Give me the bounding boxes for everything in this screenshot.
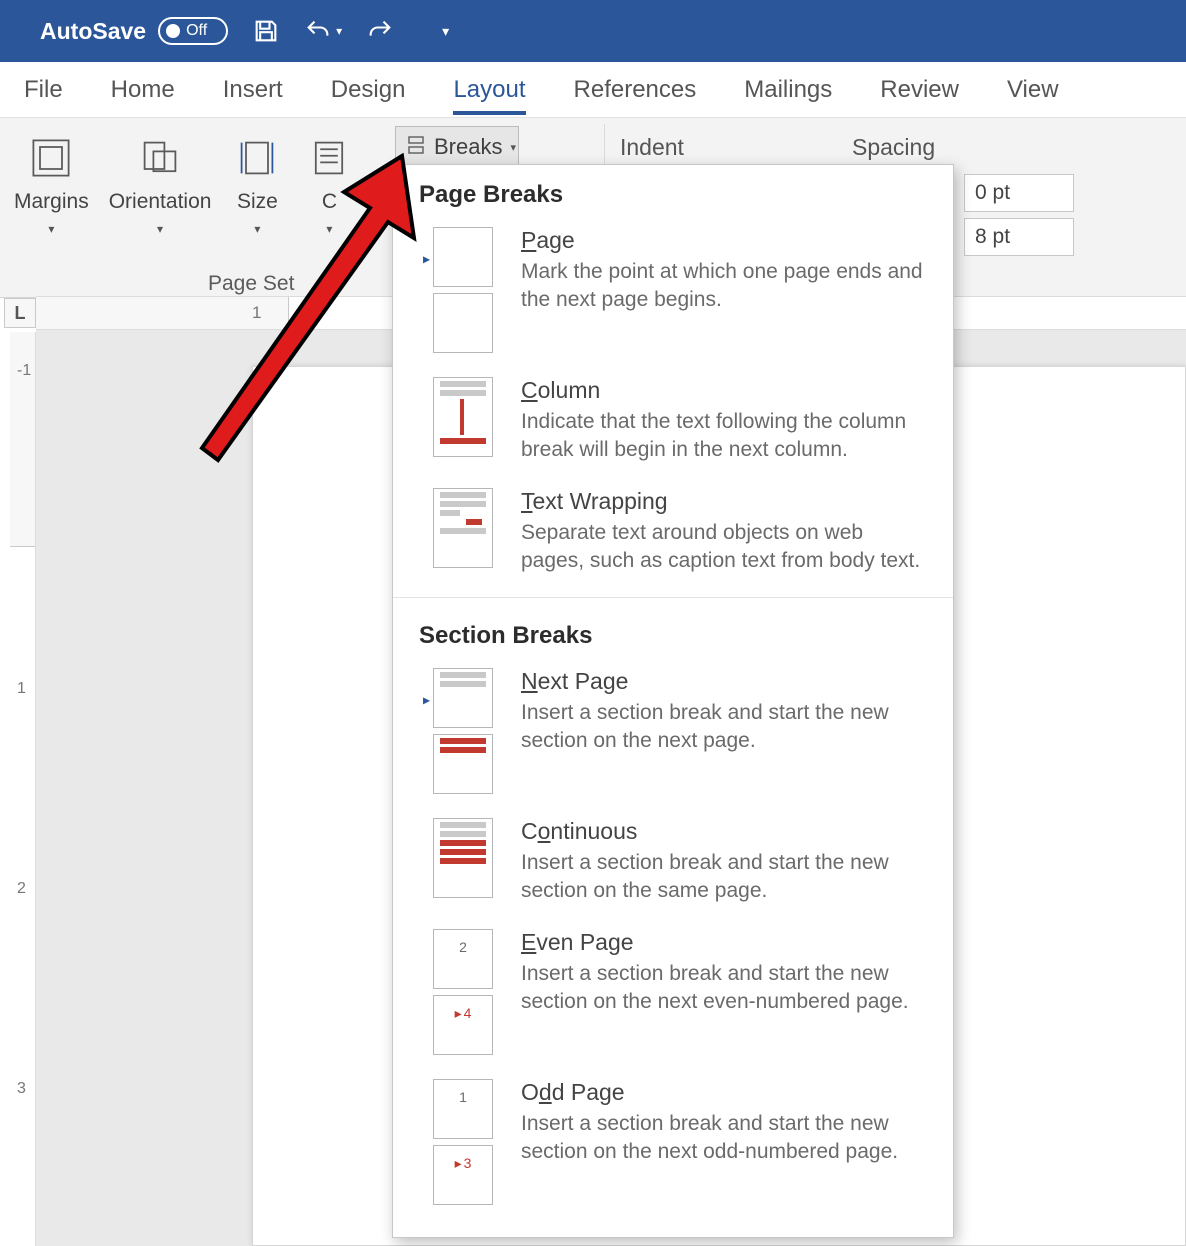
break-next-page-desc: Insert a section break and start the new… (521, 699, 927, 755)
break-odd-page-desc: Insert a section break and start the new… (521, 1110, 927, 1166)
break-odd-page-title: Odd Page (521, 1079, 927, 1106)
break-even-page-title: Even Page (521, 929, 927, 956)
break-even-page[interactable]: 2 ▸4 Even Page Insert a section break an… (393, 919, 953, 1069)
tab-insert[interactable]: Insert (223, 66, 283, 114)
page-break-thumb-icon (433, 227, 493, 353)
odd-page-thumb-icon: 1 ▸3 (433, 1079, 493, 1205)
page-breaks-header: Page Breaks (393, 165, 953, 217)
customize-qat-icon[interactable]: ▾ (442, 23, 449, 40)
tab-review[interactable]: Review (880, 66, 959, 114)
column-break-thumb-icon (433, 377, 493, 457)
ruler-marker: 1 (17, 680, 26, 698)
save-icon[interactable] (252, 17, 280, 45)
vertical-ruler[interactable]: -1 1 2 3 (10, 332, 36, 1246)
caret-icon: ▾ (254, 222, 260, 236)
break-continuous-desc: Insert a section break and start the new… (521, 849, 927, 905)
orientation-button[interactable]: Orientation ▾ (99, 126, 222, 236)
autosave-control[interactable]: AutoSave Off (40, 17, 228, 45)
break-next-page[interactable]: Next Page Insert a section break and sta… (393, 658, 953, 808)
autosave-toggle[interactable]: Off (158, 17, 228, 45)
margins-label: Margins (14, 190, 89, 214)
columns-label: C (322, 190, 337, 214)
section-breaks-header: Section Breaks (393, 606, 953, 658)
break-continuous-title: Continuous (521, 818, 927, 845)
tab-mailings[interactable]: Mailings (744, 66, 832, 114)
break-text-wrapping-desc: Separate text around objects on web page… (521, 519, 927, 575)
text-wrap-thumb-icon (433, 488, 493, 568)
caret-icon: ▾ (48, 222, 54, 236)
ruler-marker: 3 (17, 1080, 26, 1098)
ruler-marker: 2 (17, 880, 26, 898)
break-column[interactable]: Column Indicate that the text following … (393, 367, 953, 478)
breaks-label: Breaks (434, 134, 502, 160)
tab-view[interactable]: View (1007, 66, 1059, 114)
breaks-button[interactable]: Breaks ▾ (395, 126, 519, 168)
breaks-dropdown: Page Breaks ▸ Page Mark the point at whi… (392, 164, 954, 1238)
break-text-wrapping-title: Text Wrapping (521, 488, 927, 515)
tab-references[interactable]: References (574, 66, 697, 114)
ribbon-tabs: File Home Insert Design Layout Reference… (0, 62, 1186, 118)
break-page-title: Page (521, 227, 927, 254)
tab-layout[interactable]: Layout (453, 66, 525, 114)
break-column-title: Column (521, 377, 927, 404)
breaks-icon (406, 135, 426, 160)
undo-button[interactable]: ▾ (304, 17, 342, 45)
group-page-setup: Margins ▾ Orientation ▾ Size ▾ C ▾ (4, 126, 365, 236)
ruler-marker: 1 (252, 303, 261, 323)
ruler-marker: -1 (17, 362, 31, 380)
redo-icon[interactable] (366, 17, 394, 45)
break-text-wrapping[interactable]: Text Wrapping Separate text around objec… (393, 478, 953, 589)
tab-home[interactable]: Home (111, 66, 175, 114)
undo-icon (304, 17, 332, 45)
autosave-state: Off (186, 22, 207, 40)
caret-icon: ▾ (326, 222, 332, 236)
break-page[interactable]: Page Mark the point at which one page en… (393, 217, 953, 367)
break-even-page-desc: Insert a section break and start the new… (521, 960, 927, 1016)
orientation-label: Orientation (109, 190, 212, 214)
orientation-icon (134, 132, 186, 184)
spacing-label: Spacing (852, 134, 935, 161)
page-setup-caption: Page Set (208, 272, 294, 296)
size-label: Size (237, 190, 278, 214)
columns-button[interactable]: C ▾ (293, 126, 365, 236)
active-marker-icon: ▸ (423, 692, 430, 709)
active-marker-icon: ▸ (423, 251, 430, 268)
break-column-desc: Indicate that the text following the col… (521, 408, 927, 464)
dropdown-separator (393, 597, 953, 598)
toggle-knob-icon (166, 24, 180, 38)
autosave-label: AutoSave (40, 18, 146, 45)
spacing-after-field[interactable]: 8 pt (964, 218, 1074, 256)
margins-button[interactable]: Margins ▾ (4, 126, 99, 236)
caret-icon: ▾ (510, 141, 516, 154)
tab-stop-selector[interactable]: L (4, 298, 36, 328)
tab-file[interactable]: File (24, 66, 63, 114)
break-next-page-title: Next Page (521, 668, 927, 695)
margins-icon (25, 132, 77, 184)
size-icon (231, 132, 283, 184)
even-page-thumb-icon: 2 ▸4 (433, 929, 493, 1055)
indent-label: Indent (620, 134, 684, 161)
break-continuous[interactable]: Continuous Insert a section break and st… (393, 808, 953, 919)
undo-caret-icon[interactable]: ▾ (336, 24, 342, 38)
size-button[interactable]: Size ▾ (221, 126, 293, 236)
columns-icon (303, 132, 355, 184)
break-odd-page[interactable]: 1 ▸3 Odd Page Insert a section break and… (393, 1069, 953, 1219)
tab-design[interactable]: Design (331, 66, 406, 114)
title-bar: AutoSave Off ▾ ▾ (0, 0, 1186, 62)
continuous-thumb-icon (433, 818, 493, 898)
caret-icon: ▾ (157, 222, 163, 236)
break-page-desc: Mark the point at which one page ends an… (521, 258, 927, 314)
spacing-before-field[interactable]: 0 pt (964, 174, 1074, 212)
next-page-thumb-icon (433, 668, 493, 794)
